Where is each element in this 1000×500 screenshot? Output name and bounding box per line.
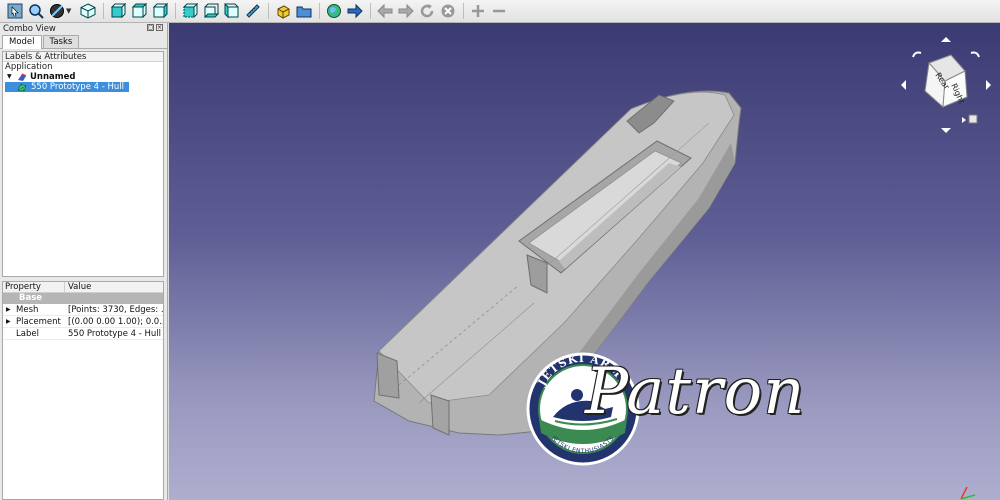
property-editor: Property Value Base ▶ Mesh [Points: 3730,… [2, 281, 164, 500]
view-bottom-icon[interactable] [202, 2, 220, 20]
property-name: Mesh [16, 304, 39, 315]
property-row-label[interactable]: Label 550 Prototype 4 - Hull [3, 328, 163, 340]
next-icon[interactable] [397, 2, 415, 20]
property-value[interactable]: 550 Prototype 4 - Hull [65, 328, 163, 339]
rotate-left-icon[interactable] [901, 80, 906, 90]
forward-nav-icon[interactable] [346, 2, 364, 20]
value-column-header: Value [68, 282, 92, 292]
group-icon[interactable] [295, 2, 313, 20]
zoom-icon[interactable] [27, 2, 45, 20]
view-front-icon[interactable] [109, 2, 127, 20]
model-tree: Labels & Attributes Application ▼ Unname… [2, 51, 164, 277]
chevron-right-icon[interactable]: ▶ [6, 316, 16, 328]
toolbar-separator [268, 3, 269, 19]
toolbar-separator [319, 3, 320, 19]
combo-view-tabs: Model Tasks [0, 35, 167, 49]
tab-tasks[interactable]: Tasks [42, 35, 80, 48]
property-row-mesh[interactable]: ▶ Mesh [Points: 3730, Edges: ... [3, 304, 163, 316]
combo-view-title: Combo View ◻ × [0, 23, 167, 35]
chevron-down-icon[interactable]: ▼ [66, 7, 73, 15]
chevron-down-icon[interactable]: ▼ [7, 72, 17, 82]
float-panel-icon[interactable]: ◻ [147, 24, 154, 31]
property-table-header: Property Value [3, 282, 163, 293]
toolbar-separator [463, 3, 464, 19]
view-cube[interactable]: Rear Right [924, 54, 968, 109]
refresh-icon[interactable] [418, 2, 436, 20]
rotate-right-icon[interactable] [986, 80, 991, 90]
document-name: Unnamed [30, 72, 76, 82]
toolbar-separator [103, 3, 104, 19]
back-icon[interactable] [376, 2, 394, 20]
property-column-header: Property [3, 282, 65, 292]
logo-script-text: Patron [585, 355, 806, 429]
view-top-icon[interactable] [130, 2, 148, 20]
rotate-down-icon[interactable] [941, 128, 951, 133]
combo-view-title-text: Combo View [3, 24, 56, 34]
view-rear-icon[interactable] [181, 2, 199, 20]
view-menu-cube-icon[interactable] [968, 114, 978, 124]
tree-item-hull[interactable]: 550 Prototype 4 - Hull [5, 82, 129, 92]
navigation-cube[interactable]: Rear Right [899, 35, 993, 135]
part-icon[interactable] [274, 2, 292, 20]
property-value[interactable]: [(0.00 0.00 1.00); 0.0... [65, 316, 163, 327]
zoom-in-icon[interactable] [469, 2, 487, 20]
property-value[interactable]: [Points: 3730, Edges: ... [65, 304, 163, 315]
web-icon[interactable] [325, 2, 343, 20]
toolbar-separator [175, 3, 176, 19]
draw-style-icon[interactable] [48, 2, 66, 20]
view-left-icon[interactable] [223, 2, 241, 20]
close-icon[interactable]: × [156, 24, 163, 31]
view-right-icon[interactable] [151, 2, 169, 20]
tree-item-label: 550 Prototype 4 - Hull [31, 82, 125, 92]
property-group-base: Base [3, 293, 163, 304]
combo-view-panel: Combo View ◻ × Model Tasks Labels & Attr… [0, 23, 168, 500]
view-menu-arrow-icon[interactable] [962, 117, 966, 123]
stop-icon[interactable] [439, 2, 457, 20]
view-isometric-icon[interactable] [79, 2, 97, 20]
application-label: Application [5, 62, 53, 72]
tab-model[interactable]: Model [2, 35, 42, 49]
tree-item-document[interactable]: ▼ Unnamed [3, 72, 163, 82]
rotate-up-icon[interactable] [941, 37, 951, 42]
select-tool-icon[interactable] [6, 2, 24, 20]
main-toolbar: ▼ [0, 0, 1000, 23]
property-name: Label [16, 328, 39, 339]
chevron-right-icon[interactable]: ▶ [6, 304, 16, 316]
toolbar-separator [370, 3, 371, 19]
measure-icon[interactable] [244, 2, 262, 20]
mesh-icon [17, 83, 27, 92]
document-icon [18, 73, 27, 81]
property-row-placement[interactable]: ▶ Placement [(0.00 0.00 1.00); 0.0... [3, 316, 163, 328]
zoom-out-icon[interactable] [490, 2, 508, 20]
labels-attributes-header: Labels & Attributes [3, 52, 163, 62]
axis-cross-icon [960, 486, 976, 500]
property-name: Placement [16, 316, 61, 327]
